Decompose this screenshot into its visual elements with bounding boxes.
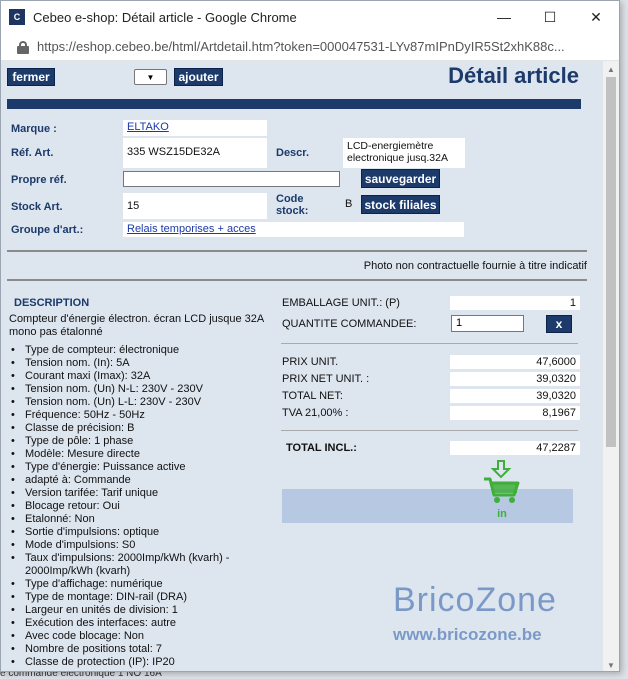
lock-icon[interactable] [17,40,29,54]
stock-code-label: Code stock: [276,193,309,217]
page-title: Détail article [448,63,579,88]
description-item: Type d'énergie: Puissance active [9,461,271,474]
divider [281,343,578,344]
window-title: Cebeo e-shop: Détail article - Google Ch… [33,9,297,25]
total-net-value: 39,0320 [450,389,580,403]
add-select[interactable]: ▼ [134,69,167,85]
chevron-down-icon: ▼ [146,72,155,82]
description-item: Classe de protection (IP): IP20 [9,656,271,669]
stock-value: 15 [123,193,267,219]
divider [7,279,587,281]
description-item: Type de pôle: 1 phase [9,435,271,448]
add-button[interactable]: ajouter [174,68,223,86]
watermark-url: www.bricozone.be [393,625,542,644]
cart-area [282,489,573,523]
net-unit-price-label: PRIX NET UNIT. : [282,373,370,385]
description-item: Version tarifée: Tarif unique [9,487,271,500]
stock-label: Stock Art. [11,201,63,213]
watermark-brand: BricoZone [393,581,557,619]
branch-stock-button[interactable]: stock filiales [361,195,440,214]
ref-value: 335 WSZ15DE32A [123,138,267,168]
description-item: Nombre de positions total: 7 [9,643,271,656]
quantity-label: QUANTITE COMMANDEE: [282,318,417,330]
title-divider-bar [7,99,581,109]
photo-note: Photo non contractuelle fournie à titre … [363,260,587,272]
brand-link[interactable]: ELTAKO [127,121,169,133]
cart-icon [484,460,520,503]
description-item: Courant maxi (Imax): 32A [9,370,271,383]
page-content: fermer ▼ ajouter Détail article Marque :… [1,61,605,671]
packaging-value: 1 [450,296,580,310]
group-value: Relais temporises + acces [123,222,464,237]
save-button[interactable]: sauvegarder [361,169,440,188]
address-bar: https://eshop.cebeo.be/html/Artdetail.ht… [1,33,619,61]
description-item: Largeur en unités de division: 1 [9,604,271,617]
description-item: Tension nom. (Un) N-L: 230V - 230V [9,383,271,396]
stock-code-value: B [345,198,353,210]
scroll-up-icon[interactable]: ▲ [603,61,619,77]
description-item: Tension nom. (In): 5A [9,357,271,370]
total-net-label: TOTAL NET: [282,390,343,402]
net-unit-price-value: 39,0320 [450,372,580,386]
clear-quantity-button[interactable]: x [546,315,572,333]
own-ref-label: Propre réf. [11,174,67,186]
total-incl-label: TOTAL INCL.: [286,442,357,454]
close-button[interactable]: fermer [7,68,55,86]
title-bar: C Cebeo e-shop: Détail article - Google … [1,1,619,33]
descr-label: Descr. [276,147,310,159]
description-item: Blocage retour: Oui [9,500,271,513]
cart-label: in [497,508,507,520]
description-item: Taux d'impulsions: 2000Imp/kWh (kvarh) -… [9,552,271,578]
url-text[interactable]: https://eshop.cebeo.be/html/Artdetail.ht… [37,39,607,54]
description-list: Type de compteur: électroniqueTension no… [9,344,271,669]
description-item: Modèle: Mesure directe [9,448,271,461]
description-item: Etalonné: Non [9,513,271,526]
description-text: Compteur d'énergie électron. écran LCD j… [9,313,264,338]
unit-price-value: 47,6000 [450,355,580,369]
description-item: adapté à: Commande [9,474,271,487]
divider [281,430,578,431]
description-item: Type de montage: DIN-rail (DRA) [9,591,271,604]
description-item: Fréquence: 50Hz - 50Hz [9,409,271,422]
total-incl-value: 47,2287 [450,441,580,455]
description-item: Type de compteur: électronique [9,344,271,357]
packaging-label: EMBALLAGE UNIT.: (P) [282,297,400,309]
group-link[interactable]: Relais temporises + acces [127,223,256,235]
popup-window: C Cebeo e-shop: Détail article - Google … [0,0,620,672]
description-item: Sortie d'impulsions: optique [9,526,271,539]
group-label: Groupe d'art.: [11,224,84,236]
maximize-button[interactable]: ☐ [527,1,573,33]
quantity-input[interactable]: 1 [451,315,524,332]
own-ref-input[interactable] [123,171,340,187]
brand-value: ELTAKO [123,120,267,136]
brand-label: Marque : [11,123,57,135]
unit-price-label: PRIX UNIT. [282,356,339,368]
scroll-down-icon[interactable]: ▼ [603,657,619,671]
descr-value: LCD-energiemètre electronique jusq.32A [343,138,465,168]
divider [7,250,587,252]
vat-label: TVA 21,00% : [282,407,349,419]
description-item: Exécution des interfaces: autre [9,617,271,630]
description-item: Tension nom. (Un) L-L: 230V - 230V [9,396,271,409]
scroll-thumb[interactable] [606,77,616,447]
close-window-button[interactable]: ✕ [573,1,619,33]
scrollbar[interactable]: ▲ ▼ [603,61,619,671]
description-item: Mode d'impulsions: S0 [9,539,271,552]
ref-label: Réf. Art. [11,147,54,159]
add-to-cart-button[interactable]: in [482,459,522,520]
description-item: Classe de précision: B [9,422,271,435]
description-item: Avec code blocage: Non [9,630,271,643]
vat-value: 8,1967 [450,406,580,420]
cebeo-icon: C [9,9,25,25]
description-title: DESCRIPTION [14,297,90,309]
description-item: Type d'affichage: numérique [9,578,271,591]
minimize-button[interactable]: — [481,1,527,33]
